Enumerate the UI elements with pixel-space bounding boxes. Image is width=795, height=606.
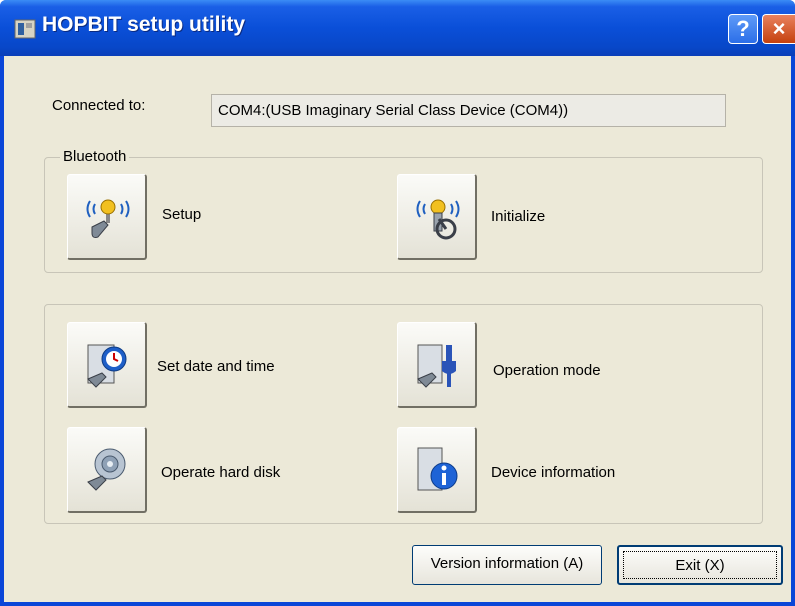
window-title: HOPBIT setup utility: [42, 13, 246, 36]
bluetooth-setup-icon: [86, 199, 130, 238]
clock-wrench-icon: [87, 344, 127, 388]
device-information-label: Device information: [491, 464, 616, 481]
set-date-time-label: Set date and time: [157, 358, 275, 375]
connection-field: COM4:(USB Imaginary Serial Class Device …: [211, 94, 726, 127]
operation-mode-label: Operation mode: [493, 362, 601, 379]
close-button[interactable]: ×: [762, 14, 795, 44]
set-date-time-button[interactable]: [67, 322, 147, 408]
bluetooth-initialize-button[interactable]: [397, 174, 477, 260]
exit-button[interactable]: Exit (X): [617, 545, 783, 585]
operate-hard-disk-button[interactable]: [67, 427, 147, 513]
bluetooth-initialize-icon: [416, 199, 460, 240]
bluetooth-group-title: Bluetooth: [60, 148, 130, 165]
bluetooth-setup-button[interactable]: [67, 174, 147, 260]
operation-mode-button[interactable]: [397, 322, 477, 408]
connected-to-label: Connected to:: [52, 97, 146, 114]
hard-disk-icon: [87, 448, 126, 491]
initialize-label: Initialize: [491, 208, 546, 225]
operate-hard-disk-label: Operate hard disk: [161, 464, 281, 481]
exit-button-label: Exit (X): [623, 551, 777, 579]
version-information-button[interactable]: Version information (A): [412, 545, 602, 585]
setup-utility-window: HOPBIT setup utility ? × Connected to: C…: [0, 0, 795, 606]
app-icon: [14, 19, 36, 39]
plug-wrench-icon: [417, 344, 456, 388]
help-button[interactable]: ?: [728, 14, 758, 44]
title-bar[interactable]: HOPBIT setup utility ? ×: [0, 0, 795, 56]
device-information-button[interactable]: [397, 427, 477, 513]
setup-label: Setup: [162, 206, 202, 223]
info-icon: [417, 447, 458, 491]
